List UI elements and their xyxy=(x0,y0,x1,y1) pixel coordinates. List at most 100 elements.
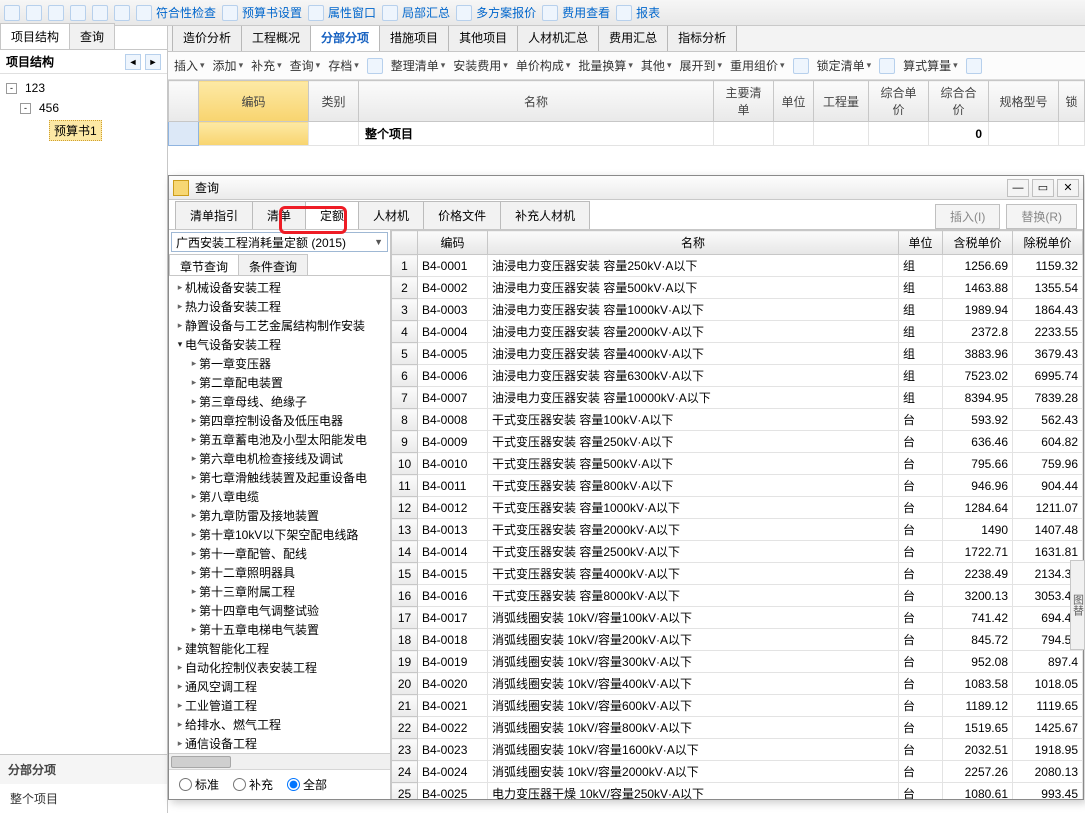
toolbar-cost-view[interactable]: 费用查看 xyxy=(542,4,610,21)
q-col-header[interactable]: 编码 xyxy=(418,231,488,255)
tool-item[interactable]: 安装费用 ▾ xyxy=(453,57,508,74)
query-tab[interactable]: 清单指引 xyxy=(175,201,253,229)
toolbar-icon[interactable] xyxy=(26,5,42,21)
chapter-node[interactable]: ▸第十五章电梯电气装置 xyxy=(171,620,388,639)
toolbar-icon[interactable] xyxy=(4,5,20,21)
toolbar-icon[interactable] xyxy=(48,5,64,21)
tool-item[interactable]: 其他 ▾ xyxy=(641,57,672,74)
right-arrow-button[interactable]: ► xyxy=(145,54,161,70)
chapter-node[interactable]: ▸工业管道工程 xyxy=(171,696,388,715)
toolbar-property-window[interactable]: 属性窗口 xyxy=(308,4,376,21)
btnReplace[interactable]: 替换(R) xyxy=(1006,204,1077,229)
close-button[interactable]: ✕ xyxy=(1057,179,1079,197)
chapter-node[interactable]: ▸第十三章附属工程 xyxy=(171,582,388,601)
tool-item[interactable]: 存档 ▾ xyxy=(328,57,359,74)
name-cell[interactable]: 整个项目 xyxy=(359,122,714,146)
col-header[interactable]: 编码 xyxy=(199,81,309,122)
chapter-node[interactable]: ▸第十四章电气调整试验 xyxy=(171,601,388,620)
main-list-cell[interactable] xyxy=(714,122,774,146)
filter-radio[interactable]: 补充 xyxy=(233,776,273,793)
q-row[interactable]: 10B4-0010干式变压器安装 容量500kV·A以下台795.66759.9… xyxy=(392,453,1083,475)
chapter-node[interactable]: ▸自动化控制仪表安装工程 xyxy=(171,658,388,677)
q-row[interactable]: 1B4-0001油浸电力变压器安装 容量250kV·A以下组1256.69115… xyxy=(392,255,1083,277)
filter-radio[interactable]: 全部 xyxy=(287,776,327,793)
q-row[interactable]: 4B4-0004油浸电力变压器安装 容量2000kV·A以下组2372.8223… xyxy=(392,321,1083,343)
col-header[interactable] xyxy=(169,81,199,122)
norm-combo[interactable]: 广西安装工程消耗量定额 (2015)▼ xyxy=(171,232,388,252)
tool-item[interactable]: 批量换算 ▾ xyxy=(578,57,633,74)
chapter-node[interactable]: ▸第八章电缆 xyxy=(171,487,388,506)
q-row[interactable]: 25B4-0025电力变压器干燥 10kV/容量250kV·A以下台1080.6… xyxy=(392,783,1083,800)
chapter-node[interactable]: ▸建筑智能化工程 xyxy=(171,639,388,658)
section-subitems[interactable]: 分部分项 xyxy=(0,754,167,784)
q-col-header[interactable]: 单位 xyxy=(899,231,943,255)
tab-project-structure[interactable]: 项目结构 xyxy=(0,23,70,49)
lock-cell[interactable] xyxy=(1059,122,1085,146)
q-row[interactable]: 17B4-0017消弧线圈安装 10kV/容量100kV·A以下台741.426… xyxy=(392,607,1083,629)
rp-tab[interactable]: 造价分析 xyxy=(172,26,242,51)
toolbar-budget-settings[interactable]: 预算书设置 xyxy=(222,4,302,21)
query-tab[interactable]: 补充人材机 xyxy=(500,201,590,229)
toolbar-icon[interactable] xyxy=(92,5,108,21)
toolbar-local-summary[interactable]: 局部汇总 xyxy=(382,4,450,21)
q-row[interactable]: 6B4-0006油浸电力变压器安装 容量6300kV·A以下组7523.0269… xyxy=(392,365,1083,387)
q-row[interactable]: 23B4-0023消弧线圈安装 10kV/容量1600kV·A以下台2032.5… xyxy=(392,739,1083,761)
tool-item[interactable]: 查询 ▾ xyxy=(290,57,321,74)
col-header[interactable]: 主要清单 xyxy=(714,81,774,122)
chapter-node[interactable]: ▸第一章变压器 xyxy=(171,354,388,373)
col-header[interactable]: 锁 xyxy=(1059,81,1085,122)
col-header[interactable]: 规格型号 xyxy=(989,81,1059,122)
col-header[interactable]: 名称 xyxy=(359,81,714,122)
q-row[interactable]: 24B4-0024消弧线圈安装 10kV/容量2000kV·A以下台2257.2… xyxy=(392,761,1083,783)
query-tab[interactable]: 人材机 xyxy=(358,201,424,229)
chapter-node[interactable]: ▸第七章滑触线装置及起重设备电 xyxy=(171,468,388,487)
chapter-node[interactable]: ▸热力设备安装工程 xyxy=(171,297,388,316)
col-header[interactable]: 工程量 xyxy=(814,81,869,122)
unit-cell[interactable] xyxy=(774,122,814,146)
horizontal-scrollbar[interactable] xyxy=(169,753,390,769)
whole-project-item[interactable]: 整个项目 xyxy=(0,784,167,813)
maximize-button[interactable]: ▭ xyxy=(1032,179,1054,197)
chapter-node[interactable]: ▸通风空调工程 xyxy=(171,677,388,696)
q-row[interactable]: 11B4-0011干式变压器安装 容量800kV·A以下台946.96904.4… xyxy=(392,475,1083,497)
q-row[interactable]: 21B4-0021消弧线圈安装 10kV/容量600kV·A以下台1189.12… xyxy=(392,695,1083,717)
chapter-node[interactable]: ▸第十二章照明器具 xyxy=(171,563,388,582)
chapter-node[interactable]: ▸静置设备与工艺金属结构制作安装 xyxy=(171,316,388,335)
q-row[interactable]: 19B4-0019消弧线圈安装 10kV/容量300kV·A以下台952.088… xyxy=(392,651,1083,673)
unit-price-cell[interactable] xyxy=(869,122,929,146)
spec-cell[interactable] xyxy=(989,122,1059,146)
tool-icon[interactable] xyxy=(793,58,809,74)
q-row[interactable]: 7B4-0007油浸电力变压器安装 容量10000kV·A以下组8394.957… xyxy=(392,387,1083,409)
tool-item[interactable]: 补充 ▾ xyxy=(251,57,282,74)
chapter-node[interactable]: ▸第十章10kV以下架空配电线路 xyxy=(171,525,388,544)
q-row[interactable]: 13B4-0013干式变压器安装 容量2000kV·A以下台14901407.4… xyxy=(392,519,1083,541)
q-row[interactable]: 3B4-0003油浸电力变压器安装 容量1000kV·A以下组1989.9418… xyxy=(392,299,1083,321)
filter-radio[interactable]: 标准 xyxy=(179,776,219,793)
chapter-node[interactable]: ▸通信设备工程 xyxy=(171,734,388,753)
query-tab[interactable]: 定额 xyxy=(305,201,359,229)
project-tree-item[interactable]: 预算书1 xyxy=(2,118,165,143)
tool-icon[interactable] xyxy=(367,58,383,74)
chapter-node[interactable]: ▸第三章母线、绝缘子 xyxy=(171,392,388,411)
tool-item[interactable]: 锁定清单 ▾ xyxy=(817,57,872,74)
rp-tab[interactable]: 分部分项 xyxy=(310,26,380,51)
query-tab[interactable]: 价格文件 xyxy=(423,201,501,229)
code-cell[interactable] xyxy=(199,122,309,146)
q-col-header[interactable]: 含税单价 xyxy=(943,231,1013,255)
rp-tab[interactable]: 其他项目 xyxy=(448,26,518,51)
quantity-cell[interactable] xyxy=(814,122,869,146)
chapter-node[interactable]: ▸第五章蓄电池及小型太阳能发电 xyxy=(171,430,388,449)
chapter-node[interactable]: ▸第六章电机检查接线及调试 xyxy=(171,449,388,468)
minimize-button[interactable]: — xyxy=(1007,179,1029,197)
q-row[interactable]: 8B4-0008干式变压器安装 容量100kV·A以下台593.92562.43 xyxy=(392,409,1083,431)
q-col-header[interactable]: 除税单价 xyxy=(1013,231,1083,255)
col-header[interactable]: 单位 xyxy=(774,81,814,122)
q-row[interactable]: 9B4-0009干式变压器安装 容量250kV·A以下台636.46604.82 xyxy=(392,431,1083,453)
chapter-node[interactable]: ▸第九章防雷及接地装置 xyxy=(171,506,388,525)
rp-tab[interactable]: 人材机汇总 xyxy=(517,26,599,51)
q-row[interactable]: 5B4-0005油浸电力变压器安装 容量4000kV·A以下组3883.9636… xyxy=(392,343,1083,365)
col-header[interactable]: 类别 xyxy=(309,81,359,122)
q-row[interactable]: 2B4-0002油浸电力变压器安装 容量500kV·A以下组1463.88135… xyxy=(392,277,1083,299)
col-header[interactable]: 综合合价 xyxy=(929,81,989,122)
tab-query[interactable]: 查询 xyxy=(69,23,115,49)
